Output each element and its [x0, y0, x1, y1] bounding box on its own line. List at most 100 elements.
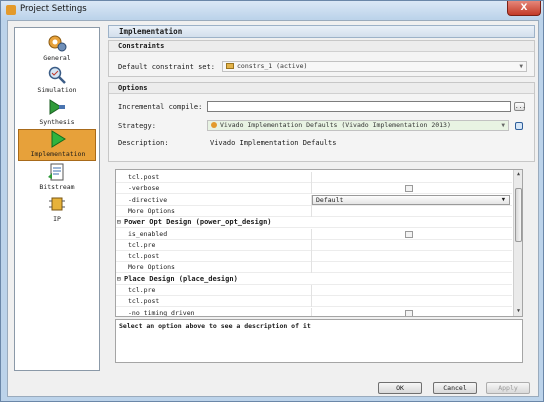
- property-grid[interactable]: tcl.post -verbose -directive Default ▼ More O…: [115, 169, 523, 317]
- column-divider: [311, 285, 312, 296]
- scroll-down-icon[interactable]: ▼: [514, 307, 522, 315]
- strategy-select[interactable]: Vivado Implementation Defaults (Vivado I…: [207, 120, 509, 131]
- constraint-set-value: constrs_1 (active): [237, 62, 308, 70]
- options-section: Options Incremental compile: ... Strateg…: [108, 82, 535, 162]
- constraint-set-label: Default constraint set:: [118, 63, 215, 71]
- cancel-button[interactable]: Cancel: [433, 382, 477, 394]
- constraints-section-title: Constraints: [109, 41, 534, 52]
- incremental-compile-input[interactable]: [207, 101, 511, 112]
- property-checkbox[interactable]: [405, 185, 413, 192]
- constraints-section: Constraints Default constraint set: cons…: [108, 40, 535, 77]
- strategy-label: Strategy:: [118, 122, 156, 130]
- ip-icon: [49, 197, 65, 211]
- property-row[interactable]: tcl.post: [116, 172, 512, 183]
- property-name: -directive: [128, 196, 168, 204]
- sidebar-item-general[interactable]: General: [18, 34, 96, 64]
- description-value: Vivado Implementation Defaults: [210, 139, 337, 147]
- property-checkbox[interactable]: [405, 231, 413, 238]
- description-label: Description:: [118, 139, 169, 147]
- general-icon: [48, 35, 67, 52]
- column-divider: [311, 240, 312, 251]
- chevron-down-icon: ▼: [501, 197, 505, 203]
- collapse-icon[interactable]: ⊟: [117, 217, 121, 228]
- option-description-box: Select an option above to see a descript…: [115, 319, 523, 363]
- sidebar-item-simulation[interactable]: Simulation: [18, 66, 96, 96]
- browse-button[interactable]: ...: [514, 102, 526, 111]
- title-bar[interactable]: Project Settings: [1, 1, 543, 19]
- column-divider: [311, 206, 312, 217]
- column-divider: [311, 308, 312, 316]
- property-name: tcl.pre: [128, 286, 156, 294]
- property-row[interactable]: -directive Default ▼: [116, 195, 512, 206]
- sidebar-item-ip[interactable]: IP: [18, 195, 96, 225]
- option-description-text: Select an option above to see a descript…: [119, 322, 311, 330]
- chevron-down-icon: ▼: [519, 63, 523, 70]
- property-row[interactable]: More Options: [116, 206, 512, 217]
- dialog-client-area: General Simulation Synthesis Implementat…: [7, 20, 539, 397]
- sidebar-item-label: Synthesis: [39, 118, 75, 126]
- property-group-header[interactable]: ⊟ Power Opt Design (power_opt_design): [116, 217, 512, 228]
- sidebar-item-label: IP: [53, 215, 61, 223]
- project-settings-window: Project Settings X General Simulation Sy…: [0, 0, 544, 402]
- property-row[interactable]: tcl.post: [116, 251, 512, 262]
- options-section-title: Options: [109, 83, 534, 94]
- sidebar-item-implementation[interactable]: Implementation: [18, 129, 96, 161]
- property-row[interactable]: More Options: [116, 262, 512, 273]
- property-name: Power Opt Design (power_opt_design): [124, 218, 272, 226]
- sidebar-item-label: Simulation: [37, 86, 77, 94]
- property-name: tcl.pre: [128, 241, 156, 249]
- scroll-up-icon[interactable]: ▲: [514, 170, 522, 178]
- implementation-icon: [51, 130, 66, 148]
- app-icon: [6, 5, 16, 15]
- collapse-icon[interactable]: ⊟: [117, 274, 121, 285]
- close-button[interactable]: X: [507, 1, 541, 16]
- settings-sidebar: General Simulation Synthesis Implementat…: [14, 27, 100, 371]
- bitstream-icon: [48, 163, 64, 181]
- column-divider: [311, 183, 312, 194]
- property-name: tcl.post: [128, 173, 160, 181]
- property-name: is_enabled: [128, 230, 168, 238]
- synthesis-icon: [49, 99, 65, 115]
- dropdown-value: Default: [316, 196, 344, 204]
- column-divider: [311, 262, 312, 273]
- scrollbar-thumb[interactable]: [515, 188, 522, 242]
- incremental-compile-label: Incremental compile:: [118, 103, 203, 111]
- save-strategy-icon[interactable]: [515, 122, 523, 130]
- property-row[interactable]: -verbose: [116, 183, 512, 194]
- vertical-scrollbar[interactable]: ▲ ▼: [513, 170, 522, 316]
- sidebar-item-synthesis[interactable]: Synthesis: [18, 98, 96, 128]
- sidebar-item-label: Implementation: [30, 150, 86, 158]
- property-name: -no_timing_driven: [128, 309, 195, 317]
- apply-button[interactable]: Apply: [486, 382, 530, 394]
- property-row[interactable]: tcl.post: [116, 296, 512, 307]
- sidebar-item-bitstream[interactable]: Bitstream: [18, 163, 96, 193]
- property-row[interactable]: -no_timing_driven: [116, 308, 512, 317]
- folder-icon: [226, 63, 234, 69]
- strategy-value: Vivado Implementation Defaults (Vivado I…: [220, 121, 451, 129]
- page-title: Implementation: [108, 25, 535, 38]
- property-row[interactable]: is_enabled: [116, 229, 512, 240]
- property-row[interactable]: tcl.pre: [116, 240, 512, 251]
- sidebar-item-label: General: [43, 54, 71, 62]
- column-divider: [311, 251, 312, 262]
- property-name: More Options: [128, 207, 175, 215]
- sidebar-item-label: Bitstream: [39, 183, 75, 191]
- property-dropdown[interactable]: Default ▼: [312, 195, 510, 205]
- strategy-icon: [211, 122, 217, 128]
- column-divider: [311, 172, 312, 183]
- column-divider: [311, 229, 312, 240]
- simulation-icon: [48, 66, 66, 84]
- property-name: More Options: [128, 263, 175, 271]
- property-checkbox[interactable]: [405, 310, 413, 316]
- property-name: tcl.post: [128, 297, 160, 305]
- constraint-set-select[interactable]: constrs_1 (active) ▼: [222, 61, 527, 72]
- implementation-panel: Implementation Constraints Default const…: [108, 25, 535, 375]
- property-name: Place Design (place_design): [124, 275, 238, 283]
- property-name: tcl.post: [128, 252, 160, 260]
- property-group-header[interactable]: ⊟ Place Design (place_design): [116, 274, 512, 285]
- property-name: -verbose: [128, 184, 160, 192]
- column-divider: [311, 296, 312, 307]
- property-row[interactable]: tcl.pre: [116, 285, 512, 296]
- window-title: Project Settings: [20, 4, 87, 14]
- ok-button[interactable]: OK: [378, 382, 422, 394]
